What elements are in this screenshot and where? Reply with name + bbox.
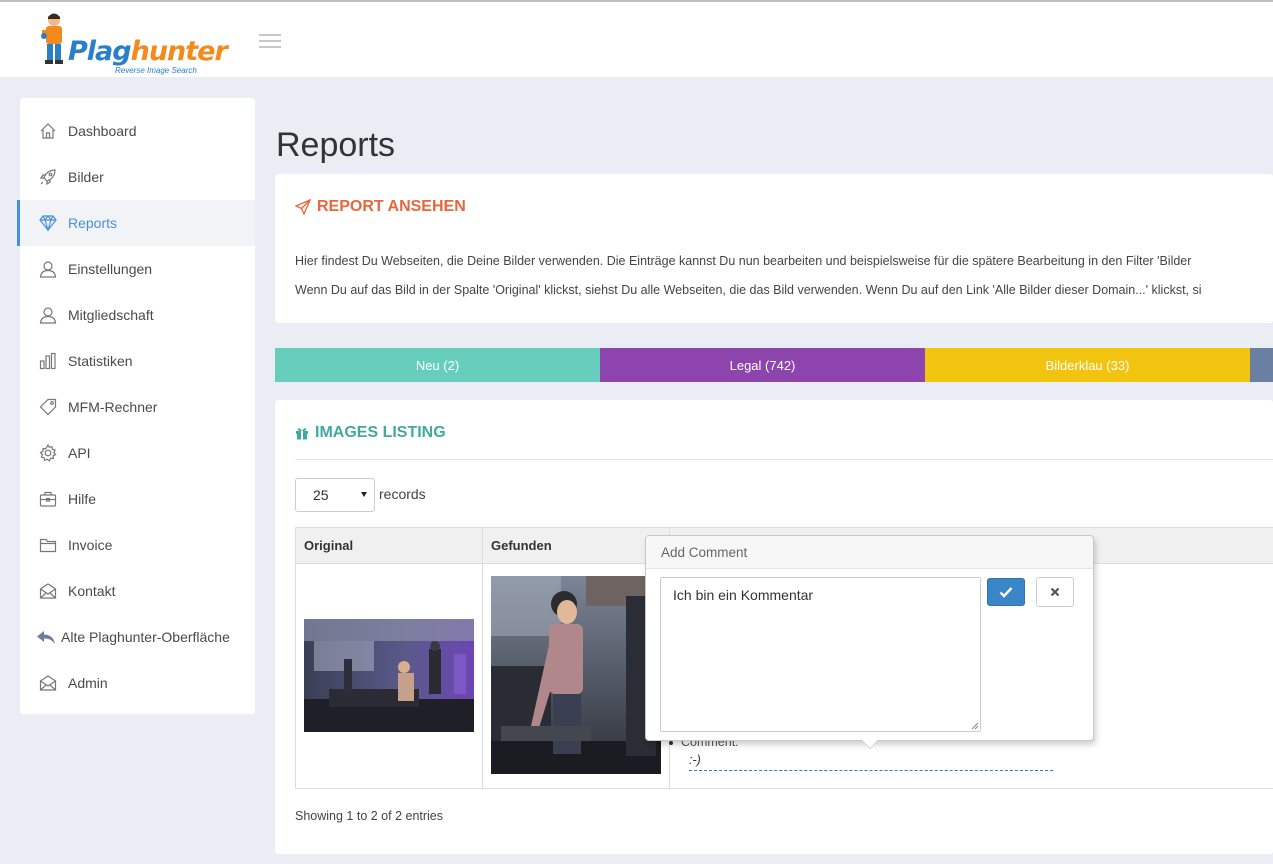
tab-legal[interactable]: Legal (742)	[600, 348, 925, 382]
sidebar-item-mitgliedschaft[interactable]: Mitgliedschaft	[20, 292, 255, 338]
mascot-icon	[41, 13, 63, 64]
sidebar-item-einstellungen[interactable]: Einstellungen	[20, 246, 255, 292]
envelope-icon	[38, 581, 58, 601]
gift-icon	[296, 428, 308, 440]
cancel-comment-button[interactable]	[1036, 577, 1074, 607]
check-icon	[999, 587, 1013, 598]
dj-photo-found	[491, 576, 661, 774]
sidebar-item-label: Reports	[68, 215, 118, 231]
report-panel-heading: REPORT ANSEHEN	[295, 198, 466, 216]
tab-more[interactable]	[1250, 348, 1273, 382]
sidebar-item-alte-oberflaeche[interactable]: Alte Plaghunter-Oberfläche	[20, 614, 255, 660]
listing-heading: IMAGES LISTING	[295, 424, 446, 442]
column-divider	[482, 528, 483, 790]
sidebar-item-label: Bilder	[68, 169, 104, 185]
sidebar-item-label: API	[68, 445, 91, 461]
status-tabs: Neu (2) Legal (742) Bilderklau (33)	[275, 348, 1273, 382]
divider	[295, 459, 1273, 460]
add-comment-popover: Add Comment Ich bin ein Kommentar	[645, 535, 1094, 749]
folder-icon	[38, 535, 58, 555]
page-title: Reports	[276, 126, 396, 164]
sidebar-item-label: Hilfe	[68, 491, 97, 507]
caret-down-icon	[361, 492, 367, 497]
sidebar-item-label: Alte Plaghunter-Oberfläche	[61, 629, 230, 645]
pagination-info: Showing 1 to 2 of 2 entries	[295, 809, 444, 823]
close-icon	[1050, 587, 1060, 597]
listing-heading-text: IMAGES LISTING	[315, 424, 446, 441]
sidebar-item-label: Kontakt	[68, 583, 116, 599]
sidebar-item-label: Dashboard	[68, 123, 137, 139]
sidebar-item-kontakt[interactable]: Kontakt	[20, 568, 255, 614]
sidebar-item-admin[interactable]: Admin	[20, 660, 255, 706]
logo-wordmark: Plaghunter	[68, 36, 228, 67]
sidebar-item-bilder[interactable]: Bilder	[20, 154, 255, 200]
column-header-gefunden[interactable]: Gefunden	[491, 538, 552, 553]
popover-title: Add Comment	[646, 536, 1093, 569]
sidebar-item-label: Einstellungen	[68, 261, 153, 277]
records-per-page-select[interactable]: 25	[295, 478, 375, 512]
sidebar-item-label: Invoice	[68, 537, 113, 553]
reply-icon	[36, 627, 56, 647]
user-icon	[38, 305, 58, 325]
rocket-icon	[38, 167, 58, 187]
tab-neu[interactable]: Neu (2)	[275, 348, 600, 382]
report-description-line-1: Hier findest Du Webseiten, die Deine Bil…	[295, 254, 1192, 268]
sidebar-item-api[interactable]: API	[20, 430, 255, 476]
tag-icon	[38, 397, 58, 417]
sidebar-item-reports[interactable]: Reports	[17, 200, 255, 246]
sidebar-item-label: MFM-Rechner	[68, 399, 158, 415]
top-bar: Plaghunter Reverse Image Search	[0, 2, 1273, 77]
column-header-original[interactable]: Original	[304, 538, 353, 553]
sidebar-item-label: Admin	[68, 675, 108, 691]
comment-inline-edit[interactable]: :-)	[689, 753, 1053, 771]
dj-photo-original	[304, 619, 474, 732]
sidebar-item-label: Mitgliedschaft	[68, 307, 154, 323]
resize-grip-icon[interactable]	[971, 722, 979, 730]
plaghunter-logo[interactable]: Plaghunter Reverse Image Search	[40, 10, 228, 75]
logo-tagline: Reverse Image Search	[115, 66, 197, 75]
comment-textarea[interactable]: Ich bin ein Kommentar	[660, 577, 981, 732]
envelope-icon	[38, 673, 58, 693]
sidebar-item-statistiken[interactable]: Statistiken	[20, 338, 255, 384]
home-icon	[38, 121, 58, 141]
sidebar-item-label: Statistiken	[68, 353, 133, 369]
user-icon	[38, 259, 58, 279]
gear-icon	[38, 443, 58, 463]
sidebar-item-dashboard[interactable]: Dashboard	[20, 108, 255, 154]
sidebar-item-hilfe[interactable]: Hilfe	[20, 476, 255, 522]
report-panel: REPORT ANSEHEN Hier findest Du Webseiten…	[275, 174, 1273, 323]
bar-chart-icon	[38, 351, 58, 371]
records-label: records	[379, 486, 426, 502]
hamburger-menu-icon[interactable]	[259, 34, 281, 48]
tab-bilderklau[interactable]: Bilderklau (33)	[925, 348, 1250, 382]
report-description-line-2: Wenn Du auf das Bild in der Spalte 'Orig…	[295, 283, 1202, 297]
diamond-icon	[38, 213, 58, 233]
briefcase-icon	[38, 489, 58, 509]
sidebar: Dashboard Bilder Reports Einstellungen M…	[17, 98, 255, 714]
found-image-thumbnail[interactable]	[491, 576, 661, 774]
sidebar-item-mfm-rechner[interactable]: MFM-Rechner	[20, 384, 255, 430]
report-heading-text: REPORT ANSEHEN	[317, 198, 466, 215]
records-select-value: 25	[313, 487, 329, 503]
confirm-comment-button[interactable]	[987, 578, 1025, 606]
sidebar-item-invoice[interactable]: Invoice	[20, 522, 255, 568]
paper-plane-icon	[295, 199, 311, 215]
original-image-thumbnail[interactable]	[304, 619, 474, 732]
popover-arrow-inner	[862, 740, 878, 748]
